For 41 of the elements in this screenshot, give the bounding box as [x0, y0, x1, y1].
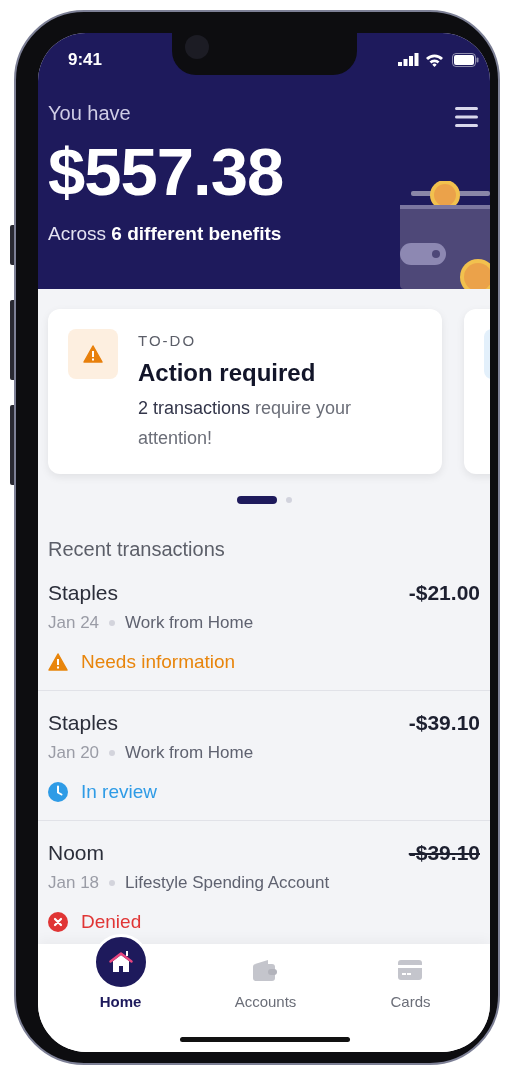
signal-icon [398, 53, 419, 66]
home-icon [108, 951, 133, 973]
card-tag: TO-DO [138, 329, 197, 353]
benefits-summary: Across 6 different benefits [48, 222, 283, 246]
tab[interactable]: Cards [390, 944, 431, 1014]
wifi-icon [425, 53, 444, 67]
home-indicator[interactable] [180, 1037, 350, 1042]
merchant-name: Noom [48, 841, 105, 865]
transaction-amount: -$39.10 [408, 841, 480, 865]
wallet-icon [253, 959, 278, 981]
card-message: 2 transactions require your attention! [138, 397, 353, 450]
separator-dot [109, 620, 116, 626]
status-label: Denied [81, 910, 142, 934]
transaction-row[interactable]: Staples -$21.00 Jan 24 Work from Home Needs information [38, 561, 490, 691]
transaction-amount: -$21.00 [408, 581, 480, 605]
menu-icon[interactable] [455, 107, 478, 127]
page-indicator[interactable] [236, 496, 277, 504]
transaction-date: Jan 24 [48, 613, 100, 633]
tab[interactable]: Accounts [234, 944, 297, 1014]
separator-dot [109, 750, 116, 756]
transaction-date: Jan 20 [48, 743, 100, 763]
merchant-name: Staples [48, 711, 119, 735]
card-icon [398, 960, 423, 980]
balance-amount: $557.38 [48, 136, 285, 208]
merchant-name: Staples [48, 581, 119, 605]
transaction-date: Jan 18 [48, 873, 100, 893]
battery-icon [452, 53, 479, 67]
account-name: Lifestyle Spending Account [125, 873, 330, 893]
status-label: Needs information [81, 650, 236, 674]
card-title: Action required [138, 358, 316, 388]
account-name: Work from Home [125, 743, 254, 763]
balance-label: You have [48, 101, 131, 125]
todo-card[interactable]: TO-DO Action required 2 transactions require your attention! [48, 309, 442, 474]
status-label: In review [81, 780, 158, 804]
separator-dot [109, 880, 116, 886]
status-time: 9:41 [68, 49, 103, 71]
warning-icon [83, 345, 103, 363]
section-title: Recent transactions [48, 537, 226, 561]
account-name: Work from Home [125, 613, 254, 633]
transaction-row[interactable]: Staples -$39.10 Jan 20 Work from Home In review [38, 691, 490, 821]
transaction-amount: -$39.10 [408, 711, 480, 735]
